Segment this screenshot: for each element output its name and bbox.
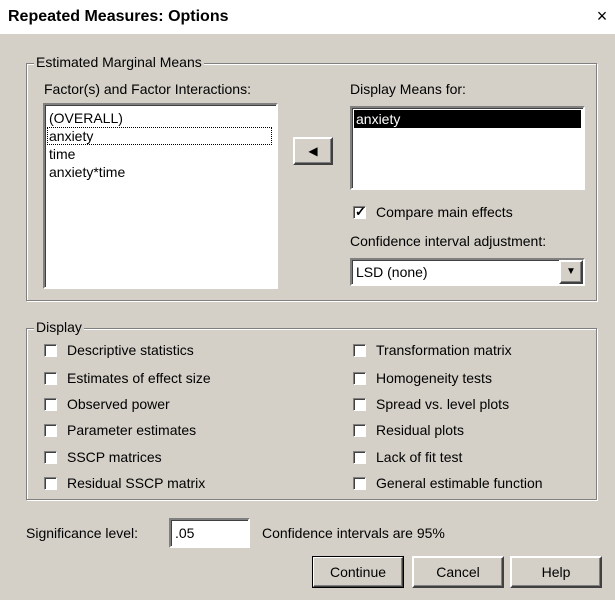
lack-of-fit-test-label[interactable]: Lack of fit test [376, 449, 462, 465]
chevron-down-icon: ▼ [566, 266, 576, 277]
parameter-estimates-label[interactable]: Parameter estimates [67, 422, 196, 438]
sscp-matrices-label[interactable]: SSCP matrices [67, 449, 162, 465]
spread-level-plots-label[interactable]: Spread vs. level plots [376, 396, 509, 412]
cancel-button-label: Cancel [436, 564, 480, 580]
factor-item-time[interactable]: time [47, 145, 77, 163]
transformation-matrix-checkbox[interactable] [353, 344, 366, 357]
arrow-left-icon: ◀ [308, 144, 318, 158]
residual-plots-label[interactable]: Residual plots [376, 422, 464, 438]
compare-main-effects-label[interactable]: Compare main effects [376, 204, 513, 220]
display-means-listbox[interactable]: anxiety [350, 106, 585, 190]
display-legend: Display [34, 319, 84, 335]
estimated-marginal-means-legend: Estimated Marginal Means [34, 54, 204, 70]
ci-adjustment-select[interactable]: LSD (none) ▼ [350, 258, 585, 286]
checkmark-icon: ✓ [355, 204, 366, 219]
homogeneity-tests-label[interactable]: Homogeneity tests [376, 370, 492, 386]
residual-sscp-matrix-label[interactable]: Residual SSCP matrix [67, 475, 205, 491]
continue-button[interactable]: Continue [312, 556, 404, 588]
observed-power-label[interactable]: Observed power [67, 396, 170, 412]
factor-item-anxiety[interactable]: anxiety [47, 127, 272, 145]
compare-main-effects-checkbox[interactable]: ✓ [353, 204, 366, 219]
confidence-interval-note: Confidence intervals are 95% [262, 525, 445, 541]
residual-plots-checkbox[interactable] [353, 424, 366, 437]
parameter-estimates-checkbox[interactable] [44, 424, 57, 437]
descriptive-statistics-label[interactable]: Descriptive statistics [67, 342, 194, 358]
help-button-label: Help [541, 564, 571, 580]
ci-adjustment-dropdown-button[interactable]: ▼ [559, 260, 583, 284]
continue-button-label: Continue [329, 564, 387, 580]
general-estimable-function-label[interactable]: General estimable function [376, 475, 543, 491]
significance-level-input[interactable]: .05 [169, 518, 250, 548]
factors-label: Factor(s) and Factor Interactions: [44, 81, 251, 97]
help-button[interactable]: Help [510, 556, 602, 588]
significance-level-label: Significance level: [26, 525, 139, 541]
descriptive-statistics-checkbox[interactable] [44, 344, 57, 357]
transformation-matrix-label[interactable]: Transformation matrix [376, 342, 512, 358]
factors-listbox[interactable]: (OVERALL) anxiety time anxiety*time [43, 103, 278, 289]
spread-level-plots-checkbox[interactable] [353, 398, 366, 411]
factor-item-anxiety-time[interactable]: anxiety*time [47, 163, 127, 181]
move-left-button[interactable]: ◀ [293, 137, 333, 165]
window-title: Repeated Measures: Options [8, 8, 229, 25]
significance-level-value: .05 [175, 525, 195, 541]
factor-item-overall[interactable]: (OVERALL) [47, 109, 125, 127]
homogeneity-tests-checkbox[interactable] [353, 372, 366, 385]
cancel-button[interactable]: Cancel [412, 556, 504, 588]
residual-sscp-matrix-checkbox[interactable] [44, 477, 57, 490]
close-icon[interactable]: × [592, 6, 612, 26]
estimates-effect-size-checkbox[interactable] [44, 372, 57, 385]
ci-adjustment-label: Confidence interval adjustment: [350, 233, 547, 249]
display-means-label: Display Means for: [350, 81, 466, 97]
observed-power-checkbox[interactable] [44, 398, 57, 411]
display-means-item-anxiety[interactable]: anxiety [354, 110, 581, 128]
lack-of-fit-test-checkbox[interactable] [353, 451, 366, 464]
estimates-effect-size-label[interactable]: Estimates of effect size [67, 370, 211, 386]
sscp-matrices-checkbox[interactable] [44, 451, 57, 464]
ci-adjustment-value: LSD (none) [356, 264, 428, 280]
general-estimable-function-checkbox[interactable] [353, 477, 366, 490]
